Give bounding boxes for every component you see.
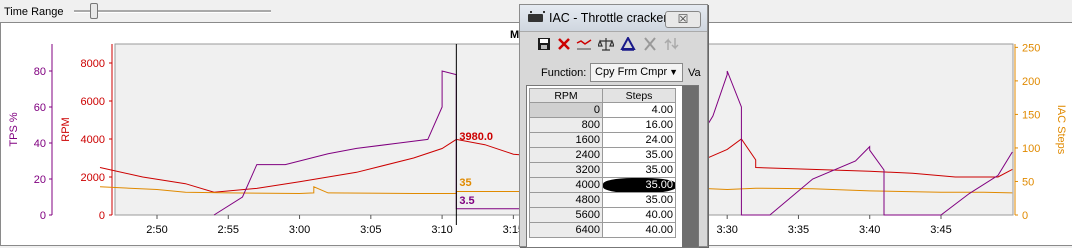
scissors-icon[interactable] bbox=[642, 37, 658, 53]
balance-icon[interactable] bbox=[597, 37, 615, 53]
x-tick-label: 2:50 bbox=[146, 224, 167, 236]
steps-cell[interactable]: 40.00 bbox=[602, 207, 676, 223]
rpm-tick-label: 0 bbox=[99, 210, 105, 222]
table-row[interactable]: 800 16.00 bbox=[529, 117, 676, 133]
chevron-down-icon: ▼ bbox=[669, 67, 678, 77]
table-row[interactable]: 4000 35.00 bbox=[529, 177, 676, 193]
close-button[interactable]: ☒ bbox=[665, 11, 701, 28]
steps-cell[interactable]: 16.00 bbox=[602, 117, 676, 133]
rpm-cell[interactable]: 4800 bbox=[529, 192, 603, 208]
rpm-cell[interactable]: 1600 bbox=[529, 132, 603, 148]
rpm-tick-label: 2000 bbox=[81, 172, 105, 184]
x-tick-label: 3:45 bbox=[930, 224, 951, 236]
triangle-icon[interactable] bbox=[620, 35, 636, 53]
chart-title: M bbox=[510, 29, 519, 41]
rpm-cell[interactable]: 3200 bbox=[529, 162, 603, 178]
rpm-cell[interactable]: 5600 bbox=[529, 207, 603, 223]
rpm-cell[interactable]: 800 bbox=[529, 117, 603, 133]
iac-tick-label: 250 bbox=[1022, 42, 1040, 54]
chart-icon[interactable] bbox=[576, 37, 592, 53]
table-row[interactable]: 1600 24.00 bbox=[529, 132, 676, 148]
iac-tick-label: 50 bbox=[1022, 176, 1034, 188]
steps-cell[interactable]: 40.00 bbox=[602, 222, 676, 238]
cursor-rpm-value: 3980.0 bbox=[459, 131, 493, 143]
steps-cell[interactable]: 35.00 bbox=[602, 147, 676, 163]
cursor-tps-value: 3.5 bbox=[459, 195, 474, 207]
table-row[interactable]: 5600 40.00 bbox=[529, 207, 676, 223]
x-tick-label: 3:00 bbox=[289, 224, 310, 236]
rpm-tick-label: 8000 bbox=[81, 58, 105, 70]
x-tick-label: 3:30 bbox=[716, 224, 737, 236]
steps-cell[interactable]: 35.00 bbox=[602, 177, 676, 193]
iac-tick-label: 200 bbox=[1022, 76, 1040, 88]
grid-scroll-area[interactable] bbox=[682, 86, 698, 247]
x-tick-label: 2:55 bbox=[218, 224, 239, 236]
swap-icon[interactable] bbox=[664, 37, 680, 53]
table-row[interactable]: 3200 35.00 bbox=[529, 162, 676, 178]
steps-cell[interactable]: 35.00 bbox=[602, 192, 676, 208]
table-row[interactable]: 0 4.00 bbox=[529, 102, 676, 118]
table-row[interactable]: 2400 35.00 bbox=[529, 147, 676, 163]
iac-tick-label: 100 bbox=[1022, 143, 1040, 155]
rpm-cell[interactable]: 4000 bbox=[529, 177, 603, 193]
tps-axis-label: TPS % bbox=[8, 112, 20, 146]
table-row[interactable]: 4800 35.00 bbox=[529, 192, 676, 208]
tps-tick-label: 0 bbox=[40, 210, 46, 222]
rpm-tick-label: 4000 bbox=[81, 134, 105, 146]
tps-tick-label: 20 bbox=[34, 174, 46, 186]
function-dropdown[interactable]: Cpy Frm Cmpr ▼ bbox=[590, 63, 683, 82]
steps-cell[interactable]: 4.00 bbox=[602, 102, 676, 118]
function-label: Function: bbox=[541, 67, 587, 79]
column-header-rpm[interactable]: RPM bbox=[529, 88, 603, 103]
function-dropdown-value: Cpy Frm Cmpr bbox=[595, 66, 668, 78]
column-header-steps[interactable]: Steps bbox=[602, 88, 676, 103]
table-row[interactable]: 6400 40.00 bbox=[529, 222, 676, 238]
rpm-axis-label: RPM bbox=[60, 117, 72, 141]
delete-icon[interactable] bbox=[556, 37, 572, 53]
rpm-cell[interactable]: 6400 bbox=[529, 222, 603, 238]
tps-tick-label: 80 bbox=[34, 66, 46, 78]
iac-tick-label: 0 bbox=[1022, 210, 1028, 222]
rpm-cell[interactable]: 2400 bbox=[529, 147, 603, 163]
steps-cell[interactable]: 35.00 bbox=[602, 162, 676, 178]
iac-table-window: IAC - Throttle cracker ☒ Function: Cpy F… bbox=[519, 4, 708, 248]
cursor-iac-value: 35 bbox=[459, 177, 471, 189]
iac-tick-label: 150 bbox=[1022, 109, 1040, 121]
chip-icon bbox=[528, 11, 545, 22]
window-titlebar[interactable]: IAC - Throttle cracker ☒ bbox=[520, 5, 707, 32]
x-tick-label: 3:10 bbox=[431, 224, 452, 236]
save-icon[interactable] bbox=[536, 37, 552, 53]
x-tick-label: 3:40 bbox=[859, 224, 880, 236]
rpm-cell[interactable]: 0 bbox=[529, 102, 603, 118]
window-title: IAC - Throttle cracker bbox=[549, 11, 668, 25]
iac-table: RPM Steps 0 4.00 800 16.00 1600 24.00 2400 35.0… bbox=[529, 88, 676, 238]
va-label: Va bbox=[688, 67, 701, 79]
iac-table-grid: RPM Steps 0 4.00 800 16.00 1600 24.00 2400 35.0… bbox=[526, 85, 699, 248]
x-tick-label: 3:05 bbox=[360, 224, 381, 236]
rpm-tick-label: 6000 bbox=[81, 96, 105, 108]
x-tick-label: 3:35 bbox=[788, 224, 809, 236]
iac-axis-label: IAC Steps bbox=[1055, 105, 1067, 155]
steps-cell[interactable]: 24.00 bbox=[602, 132, 676, 148]
tps-tick-label: 60 bbox=[34, 102, 46, 114]
tps-tick-label: 40 bbox=[34, 138, 46, 150]
